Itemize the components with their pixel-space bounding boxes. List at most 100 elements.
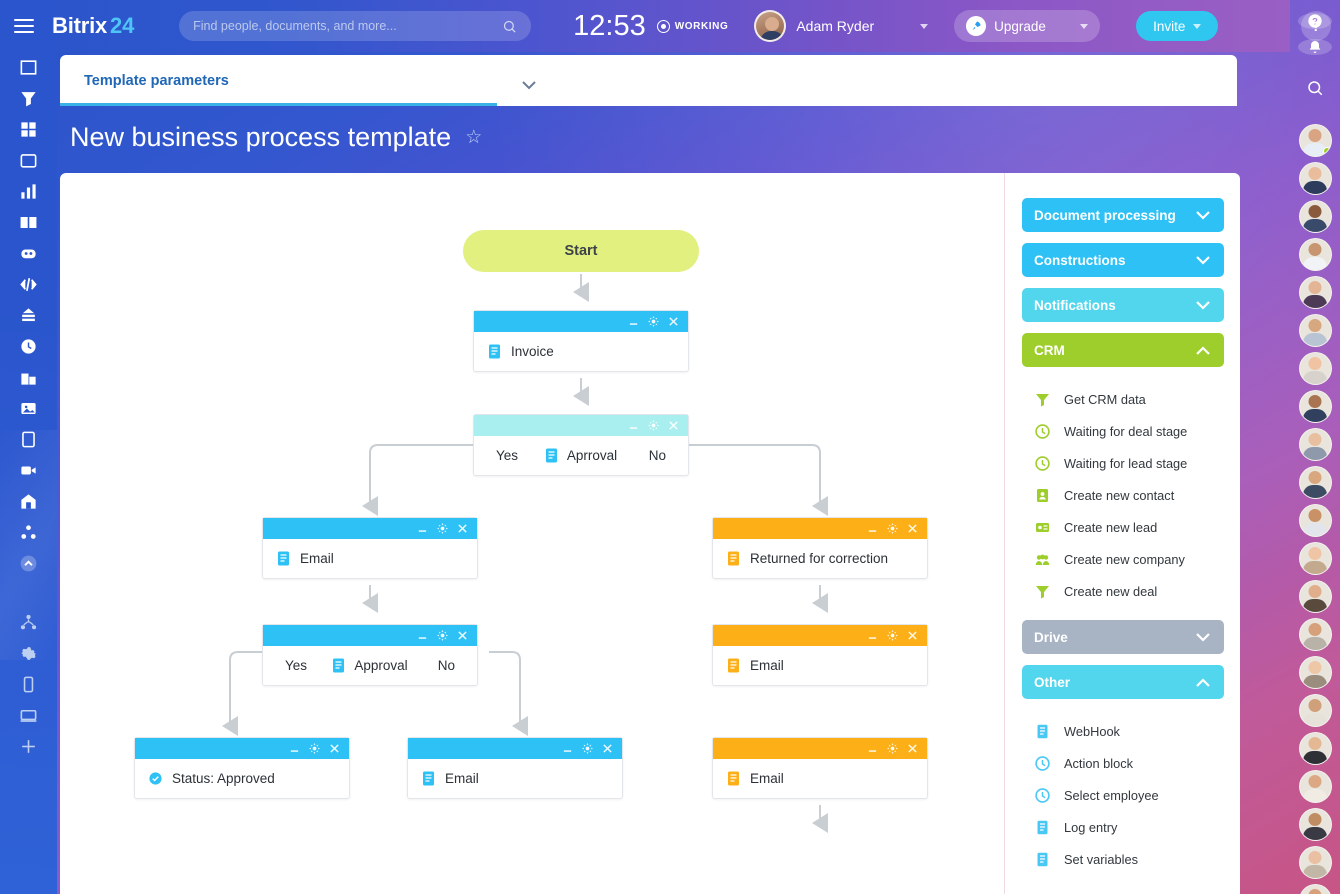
- flow-node-start[interactable]: Start: [463, 230, 699, 272]
- minimize-icon[interactable]: [628, 420, 639, 431]
- tool-item-select-employee[interactable]: Select employee: [1035, 779, 1224, 811]
- flow-canvas[interactable]: Start Invoice Yes Aprroval No: [60, 173, 1240, 894]
- sidebar-item-network-share-icon[interactable]: [0, 517, 57, 548]
- minimize-icon[interactable]: [867, 743, 878, 754]
- close-icon[interactable]: [329, 743, 340, 754]
- tool-item-create-new-lead[interactable]: Create new lead: [1035, 511, 1224, 543]
- gear-icon[interactable]: [309, 743, 320, 754]
- sidebar-item-storage-home-icon[interactable]: [0, 486, 57, 517]
- avatar[interactable]: [1299, 808, 1332, 841]
- minimize-icon[interactable]: [628, 316, 639, 327]
- avatar[interactable]: [1299, 504, 1332, 537]
- gear-icon[interactable]: [648, 420, 659, 431]
- avatar[interactable]: [1299, 846, 1332, 879]
- sidebar-item-add-plus-icon[interactable]: [0, 731, 57, 762]
- tool-item-action-block[interactable]: Action block: [1035, 747, 1224, 779]
- chevron-down-icon[interactable]: [1196, 256, 1210, 265]
- star-icon[interactable]: ☆: [465, 126, 482, 149]
- flow-node-email-4[interactable]: Email: [712, 737, 928, 799]
- tool-item-waiting-for-lead-stage[interactable]: Waiting for lead stage: [1035, 447, 1224, 479]
- minimize-icon[interactable]: [867, 630, 878, 641]
- sidebar-item-company-building-icon[interactable]: [0, 362, 57, 393]
- sidebar-item-documents-icon[interactable]: [0, 424, 57, 455]
- tool-category-document-processing[interactable]: Document processing: [1022, 198, 1224, 232]
- sidebar-item-desktop-icon[interactable]: [0, 700, 57, 731]
- tool-item-create-new-company[interactable]: Create new company: [1035, 543, 1224, 575]
- invite-button[interactable]: Invite: [1136, 11, 1218, 41]
- sidebar-item-time-clock-icon[interactable]: [0, 331, 57, 362]
- avatar[interactable]: [1299, 162, 1332, 195]
- chevron-down-icon[interactable]: [522, 77, 536, 95]
- avatar[interactable]: [1299, 770, 1332, 803]
- flow-node-returned-for-correction[interactable]: Returned for correction: [712, 517, 928, 579]
- flow-node-email-2[interactable]: Email: [712, 624, 928, 686]
- flow-node-approval-1[interactable]: Yes Aprroval No: [473, 414, 689, 476]
- sidebar-item-marketing-icon[interactable]: [0, 300, 57, 331]
- hamburger-icon[interactable]: [14, 16, 34, 36]
- upgrade-button[interactable]: Upgrade: [954, 10, 1100, 42]
- avatar[interactable]: [1299, 352, 1332, 385]
- gear-icon[interactable]: [887, 523, 898, 534]
- gear-icon[interactable]: [648, 316, 659, 327]
- close-icon[interactable]: [907, 743, 918, 754]
- sidebar-item-collapse-up-icon[interactable]: [0, 548, 57, 579]
- search-input[interactable]: [193, 19, 502, 33]
- avatar[interactable]: [1299, 884, 1332, 894]
- avatar[interactable]: [1299, 656, 1332, 689]
- gear-icon[interactable]: [437, 523, 448, 534]
- gear-icon[interactable]: [582, 743, 593, 754]
- sidebar-item-automation-bot-icon[interactable]: [0, 238, 57, 269]
- tool-item-waiting-for-deal-stage[interactable]: Waiting for deal stage: [1035, 415, 1224, 447]
- brand-logo[interactable]: Bitrix24: [52, 13, 134, 39]
- close-icon[interactable]: [457, 630, 468, 641]
- flow-node-invoice[interactable]: Invoice: [473, 310, 689, 372]
- sidebar-item-settings-gear-icon[interactable]: [0, 638, 57, 669]
- tool-category-drive[interactable]: Drive: [1022, 620, 1224, 654]
- minimize-icon[interactable]: [562, 743, 573, 754]
- flow-node-email-1[interactable]: Email: [262, 517, 478, 579]
- close-icon[interactable]: [602, 743, 613, 754]
- avatar[interactable]: [1299, 618, 1332, 651]
- sidebar-item-feed-icon[interactable]: [0, 52, 57, 83]
- close-icon[interactable]: [457, 523, 468, 534]
- status-badge[interactable]: WORKING: [657, 20, 729, 33]
- tool-item-get-crm-data[interactable]: Get CRM data: [1035, 383, 1224, 415]
- chevron-up-icon[interactable]: [1196, 346, 1210, 355]
- avatar[interactable]: [1299, 580, 1332, 613]
- sidebar-item-image-gallery-icon[interactable]: [0, 393, 57, 424]
- minimize-icon[interactable]: [417, 523, 428, 534]
- avatar[interactable]: [1299, 466, 1332, 499]
- minimize-icon[interactable]: [867, 523, 878, 534]
- sidebar-item-knowledge-book-icon[interactable]: [0, 207, 57, 238]
- chevron-down-icon[interactable]: [1196, 211, 1210, 220]
- tool-category-constructions[interactable]: Constructions: [1022, 243, 1224, 277]
- tool-item-set-variables[interactable]: Set variables: [1035, 843, 1224, 875]
- sidebar-item-crm-funnel-icon[interactable]: [0, 83, 57, 114]
- minimize-icon[interactable]: [417, 630, 428, 641]
- global-search[interactable]: [179, 11, 531, 41]
- avatar[interactable]: [1299, 124, 1332, 157]
- gear-icon[interactable]: [887, 743, 898, 754]
- flow-node-email-3[interactable]: Email: [407, 737, 623, 799]
- close-icon[interactable]: [668, 420, 679, 431]
- avatar[interactable]: [1299, 694, 1332, 727]
- tool-item-create-new-deal[interactable]: Create new deal: [1035, 575, 1224, 607]
- sidebar-item-calendar-icon[interactable]: [0, 145, 57, 176]
- close-icon[interactable]: [668, 316, 679, 327]
- minimize-icon[interactable]: [289, 743, 300, 754]
- tool-category-notifications[interactable]: Notifications: [1022, 288, 1224, 322]
- sidebar-item-video-camera-icon[interactable]: [0, 455, 57, 486]
- user-menu[interactable]: Adam Ryder: [754, 10, 928, 42]
- close-icon[interactable]: [907, 630, 918, 641]
- avatar[interactable]: [1299, 428, 1332, 461]
- sidebar-item-analytics-bar-icon[interactable]: [0, 176, 57, 207]
- avatar[interactable]: [1299, 238, 1332, 271]
- template-parameters-panel[interactable]: Template parameters: [60, 55, 1237, 106]
- sidebar-item-developer-code-icon[interactable]: [0, 269, 57, 300]
- gear-icon[interactable]: [887, 630, 898, 641]
- avatar[interactable]: [1299, 732, 1332, 765]
- avatar[interactable]: [1299, 200, 1332, 233]
- tool-category-other[interactable]: Other: [1022, 665, 1224, 699]
- search-icon[interactable]: [1306, 79, 1324, 102]
- avatar[interactable]: [1299, 314, 1332, 347]
